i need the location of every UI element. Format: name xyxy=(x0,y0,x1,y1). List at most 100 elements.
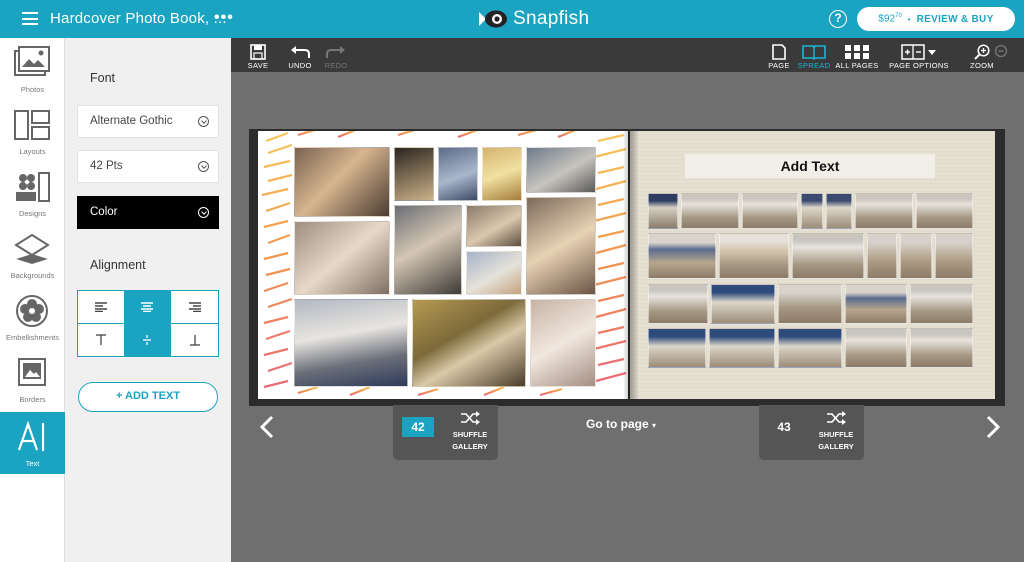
align-bottom-button[interactable] xyxy=(171,323,218,356)
font-family-select[interactable]: Alternate Gothic xyxy=(77,105,219,138)
page-number-43[interactable]: 43 xyxy=(768,417,800,437)
left-page[interactable] xyxy=(258,131,628,399)
photo-sports-day[interactable] xyxy=(648,193,678,229)
tool-rail: Photos Layouts Designs Backgrounds Embel… xyxy=(0,38,65,562)
rail-item-label: Borders xyxy=(19,395,46,404)
photo-mother-baby[interactable] xyxy=(526,197,596,295)
go-to-page-dropdown[interactable]: Go to page ▾ xyxy=(586,417,656,431)
page-number-42[interactable]: 42 xyxy=(402,417,434,437)
rail-item-embellishments[interactable]: Embellishments xyxy=(0,286,65,348)
photo-family-group[interactable] xyxy=(294,299,408,387)
review-and-buy-button[interactable]: $9270 • REVIEW & BUY xyxy=(857,7,1015,31)
spread-label: SPREAD xyxy=(797,61,831,70)
align-middle-button[interactable] xyxy=(124,323,172,356)
chevron-down-icon xyxy=(198,161,209,172)
shuffle-icon xyxy=(461,411,480,425)
all-pages-button[interactable]: ALL PAGES xyxy=(835,42,879,70)
chevron-left-icon[interactable] xyxy=(257,414,277,440)
photo-family-dinner[interactable] xyxy=(294,147,390,217)
spread-view-button[interactable]: SPREAD xyxy=(797,42,831,70)
photo-sports-day[interactable] xyxy=(845,284,907,324)
single-page-icon xyxy=(772,43,786,60)
rail-item-borders[interactable]: Borders xyxy=(0,348,65,410)
rail-item-photos[interactable]: Photos xyxy=(0,38,65,100)
rail-item-label: Layouts xyxy=(19,147,46,156)
rail-item-backgrounds[interactable]: Backgrounds xyxy=(0,224,65,286)
save-button[interactable]: SAVE xyxy=(245,42,271,70)
undo-button[interactable]: UNDO xyxy=(285,42,315,70)
add-text-box[interactable]: Add Text xyxy=(685,154,935,178)
photo-group-indoor[interactable] xyxy=(526,147,596,193)
font-color-select[interactable]: Color xyxy=(77,196,219,229)
photo-indoor[interactable] xyxy=(394,147,434,201)
zoom-out-icon xyxy=(994,44,1008,57)
photo-corn[interactable] xyxy=(482,147,522,201)
page-view-button[interactable]: PAGE xyxy=(765,42,793,70)
rail-item-label: Backgrounds xyxy=(10,271,55,280)
shuffle-gallery-button[interactable]: SHUFFLE GALLERY xyxy=(814,411,858,453)
photo-sports-day[interactable] xyxy=(826,193,852,229)
redo-button[interactable]: REDO xyxy=(321,42,351,70)
photo-sports-day[interactable] xyxy=(778,328,842,368)
photo-sports-day[interactable] xyxy=(910,284,973,324)
photo-baby-blanket[interactable] xyxy=(438,147,478,201)
page-options-label: PAGE OPTIONS xyxy=(889,61,949,70)
text-icon xyxy=(17,420,45,451)
shuffle-gallery-button[interactable]: SHUFFLE GALLERY xyxy=(448,411,492,453)
rail-item-text[interactable]: Text xyxy=(0,412,65,474)
align-center-button[interactable] xyxy=(124,291,172,324)
photo-sports-day[interactable] xyxy=(900,233,932,279)
align-top-button[interactable] xyxy=(78,323,125,356)
align-right-button[interactable] xyxy=(171,291,218,324)
rail-item-designs[interactable]: Designs xyxy=(0,162,65,224)
chevron-right-icon[interactable] xyxy=(983,414,1003,440)
photo-sports-day[interactable] xyxy=(792,233,864,279)
photo-sports-day[interactable] xyxy=(935,233,973,279)
help-icon[interactable]: ? xyxy=(829,10,847,28)
brand-name: Snapfish xyxy=(513,8,590,29)
grid-icon xyxy=(845,44,869,59)
photo-baby-sleeping[interactable] xyxy=(530,299,596,387)
snapfish-logo: Snapfish xyxy=(478,7,589,31)
hamburger-menu-icon[interactable] xyxy=(22,12,38,25)
photo-baby-toys[interactable] xyxy=(412,299,526,387)
page-options-button[interactable]: PAGE OPTIONS xyxy=(887,42,951,70)
project-title[interactable]: Hardcover Photo Book, ... xyxy=(50,10,227,27)
photo-sports-day[interactable] xyxy=(709,328,775,368)
zoom-out-button[interactable] xyxy=(991,42,1011,61)
photo-sports-day[interactable] xyxy=(719,233,789,279)
photo-sports-day[interactable] xyxy=(681,193,739,229)
photo-sports-day[interactable] xyxy=(778,284,842,324)
photo-toys[interactable] xyxy=(466,251,522,295)
photo-sports-day[interactable] xyxy=(742,193,798,229)
photo-sports-day[interactable] xyxy=(648,233,716,279)
font-size-select[interactable]: 42 Pts xyxy=(77,150,219,183)
add-text-button[interactable]: + ADD TEXT xyxy=(78,382,218,412)
buy-label: REVIEW & BUY xyxy=(916,13,994,25)
align-left-button[interactable] xyxy=(78,291,125,324)
photo-sports-day[interactable] xyxy=(711,284,775,324)
photo-grandpa-baby[interactable] xyxy=(394,205,462,295)
designs-icon xyxy=(16,172,50,202)
photo-sports-day[interactable] xyxy=(845,328,907,368)
photo-sports-day[interactable] xyxy=(855,193,913,229)
rail-item-layouts[interactable]: Layouts xyxy=(0,100,65,162)
photo-baby-closeup[interactable] xyxy=(294,221,390,295)
price: $9270 xyxy=(878,13,902,25)
left-page-card: 42 SHUFFLE GALLERY xyxy=(393,405,498,460)
photo-sports-day[interactable] xyxy=(801,193,823,229)
page-options-icon xyxy=(901,43,936,60)
photo-sports-day[interactable] xyxy=(648,328,706,368)
photo-sports-day[interactable] xyxy=(867,233,897,279)
photo-sports-day[interactable] xyxy=(916,193,973,229)
zoom-in-icon xyxy=(974,43,990,60)
borders-icon xyxy=(18,358,46,386)
backgrounds-icon xyxy=(14,233,50,264)
photo-sports-day[interactable] xyxy=(648,284,708,324)
photo-sports-day[interactable] xyxy=(910,328,973,368)
more-dots-icon[interactable]: ••• xyxy=(214,9,234,27)
redo-label: REDO xyxy=(324,61,348,70)
font-color-value: Color xyxy=(90,206,118,218)
add-text-label: ADD TEXT xyxy=(125,390,181,402)
photo-table[interactable] xyxy=(466,205,522,247)
